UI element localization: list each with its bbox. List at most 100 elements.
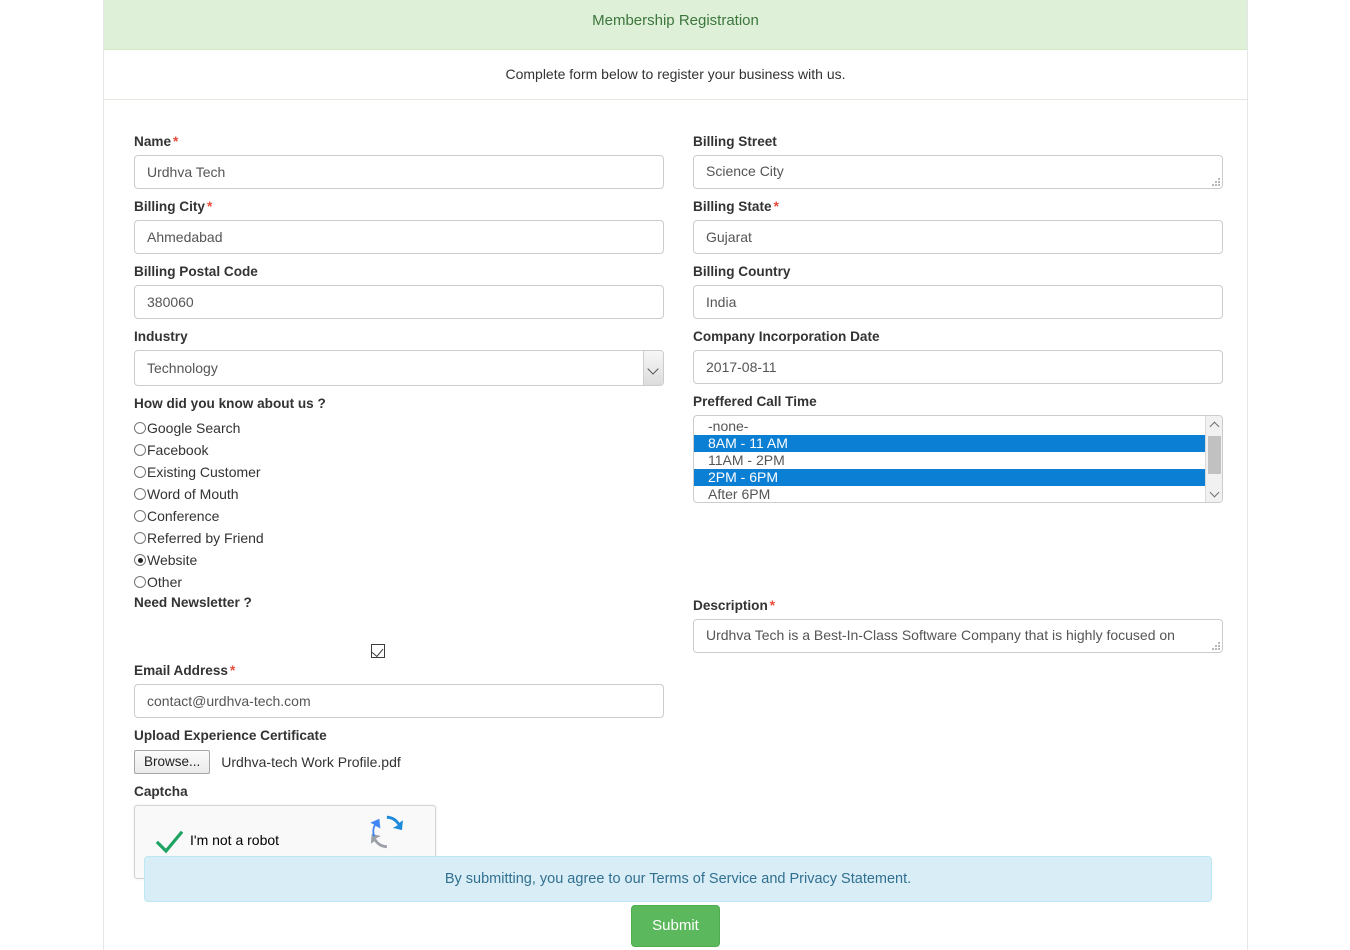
listbox-scrollbar[interactable] — [1205, 416, 1222, 502]
incorporation-date-label-text: Company Incorporation Date — [693, 329, 880, 344]
name-input[interactable] — [134, 155, 664, 189]
radio-option[interactable]: Conference — [134, 505, 664, 527]
listbox-option[interactable]: 2PM - 6PM — [694, 469, 1205, 486]
incorporation-date-input[interactable] — [693, 350, 1223, 384]
billing-city-label-text: Billing City — [134, 199, 205, 214]
radio-option[interactable]: Website — [134, 549, 664, 571]
radio-button[interactable] — [134, 554, 146, 566]
recaptcha-icon — [370, 815, 404, 849]
registration-panel: Membership Registration Complete form be… — [103, 0, 1248, 950]
billing-state-label-text: Billing State — [693, 199, 772, 214]
preferred-call-time-label-text: Preffered Call Time — [693, 394, 817, 409]
billing-street-input[interactable] — [693, 155, 1223, 189]
description-label-text: Description — [693, 598, 768, 613]
form-column-right: Billing Street Billing State* Billing Co… — [693, 133, 1223, 662]
radio-option-label: Existing Customer — [147, 464, 261, 480]
industry-select-wrapper: Technology — [134, 350, 664, 386]
listbox-option[interactable]: -none- — [694, 418, 1205, 435]
required-marker: * — [173, 134, 179, 149]
incorporation-date-label: Company Incorporation Date — [693, 328, 1223, 346]
recaptcha-text: I'm not a robot — [190, 832, 280, 848]
billing-street-label-text: Billing Street — [693, 134, 777, 149]
name-label-text: Name — [134, 134, 172, 149]
name-label: Name * — [134, 133, 664, 151]
checkmark-icon — [155, 830, 184, 854]
file-upload-row: Browse... Urdhva-tech Work Profile.pdf — [134, 749, 664, 775]
billing-state-input[interactable] — [693, 220, 1223, 254]
radio-option-label: Other — [147, 574, 183, 590]
radio-button[interactable] — [134, 422, 146, 434]
radio-button[interactable] — [134, 532, 146, 544]
required-marker: * — [773, 199, 779, 214]
radio-option[interactable]: Word of Mouth — [134, 483, 664, 505]
form-column-left: Name* Billing City* Billing Postal Code … — [134, 133, 664, 879]
scroll-up-arrow-icon[interactable] — [1206, 416, 1222, 433]
captcha-label-text: Captcha — [134, 784, 188, 799]
required-marker: * — [229, 663, 236, 678]
need-newsletter-label: Need Newsletter ? — [134, 594, 664, 612]
radio-option[interactable]: Other — [134, 571, 664, 593]
terms-notice: By submitting, you agree to our Terms of… — [144, 856, 1212, 902]
uploaded-file-name: Urdhva-tech Work Profile.pdf — [221, 754, 401, 770]
browse-button[interactable]: Browse... — [134, 750, 211, 774]
billing-country-input[interactable] — [693, 285, 1223, 319]
need-newsletter-checkbox[interactable] — [371, 644, 385, 658]
upload-label-text: Upload Experience Certificate — [134, 728, 327, 743]
billing-postal-code-label-text: Billing Postal Code — [134, 264, 258, 279]
listbox-option[interactable]: 8AM - 11 AM — [694, 435, 1205, 452]
preferred-call-time-options: -none- 8AM - 11 AM 11AM - 2PM 2PM - 6PM Afte… — [694, 416, 1205, 502]
industry-label: Industry — [134, 328, 664, 346]
radio-option-label: Conference — [147, 508, 220, 524]
radio-button[interactable] — [134, 444, 146, 456]
required-marker: * — [769, 598, 776, 613]
billing-street-label: Billing Street — [693, 133, 1223, 151]
radio-option-label: Word of Mouth — [147, 486, 239, 502]
page-subtitle: Complete form below to register your bus… — [104, 50, 1247, 100]
radio-button[interactable] — [134, 488, 146, 500]
industry-select[interactable]: Technology — [134, 350, 664, 386]
radio-option-label: Google Search — [147, 420, 241, 436]
industry-label-text: Industry — [134, 329, 188, 344]
radio-button[interactable] — [134, 466, 146, 478]
radio-option[interactable]: Facebook — [134, 439, 664, 461]
radio-option-label: Facebook — [147, 442, 209, 458]
radio-option[interactable]: Existing Customer — [134, 461, 664, 483]
need-newsletter-label-text: Need Newsletter ? — [134, 595, 252, 610]
billing-city-label: Billing City * — [134, 198, 664, 216]
email-field[interactable] — [134, 684, 664, 718]
listbox-option[interactable]: 11AM - 2PM — [694, 452, 1205, 469]
preferred-call-time-listbox[interactable]: -none- 8AM - 11 AM 11AM - 2PM 2PM - 6PM Afte… — [693, 415, 1223, 503]
upload-label: Upload Experience Certificate — [134, 727, 664, 745]
radio-option-label: Website — [147, 552, 198, 568]
radio-option[interactable]: Google Search — [134, 417, 664, 439]
description-label: Description * — [693, 597, 1223, 615]
submit-row: Submit — [104, 905, 1247, 947]
radio-option[interactable]: Referred by Friend — [134, 527, 664, 549]
preferred-call-time-label: Preffered Call Time — [693, 393, 1223, 411]
submit-button[interactable]: Submit — [631, 905, 720, 947]
how-did-you-know-radio-group: Google Search Facebook Existing Customer Wo… — [134, 417, 664, 593]
description-wrapper — [693, 619, 1223, 653]
need-newsletter-checkbox-wrapper — [134, 616, 664, 662]
billing-city-input[interactable] — [134, 220, 664, 254]
description-input[interactable] — [693, 619, 1223, 653]
email-label: Email Address * — [134, 662, 664, 680]
email-label-text: Email Address — [134, 663, 228, 678]
page-title: Membership Registration — [104, 0, 1247, 50]
billing-state-label: Billing State * — [693, 198, 1223, 216]
how-did-you-know-label: How did you know about us ? — [134, 395, 664, 413]
billing-country-label: Billing Country — [693, 263, 1223, 281]
radio-button[interactable] — [134, 510, 146, 522]
billing-country-label-text: Billing Country — [693, 264, 791, 279]
scroll-down-arrow-icon[interactable] — [1206, 485, 1222, 502]
radio-button[interactable] — [134, 576, 146, 588]
how-did-you-know-label-text: How did you know about us ? — [134, 396, 326, 411]
listbox-option[interactable]: After 6PM — [694, 486, 1205, 502]
radio-option-label: Referred by Friend — [147, 530, 264, 546]
billing-postal-code-input[interactable] — [134, 285, 664, 319]
captcha-label: Captcha — [134, 783, 664, 801]
billing-postal-code-label: Billing Postal Code — [134, 263, 664, 281]
scrollbar-thumb[interactable] — [1208, 436, 1221, 474]
required-marker: * — [207, 199, 213, 214]
